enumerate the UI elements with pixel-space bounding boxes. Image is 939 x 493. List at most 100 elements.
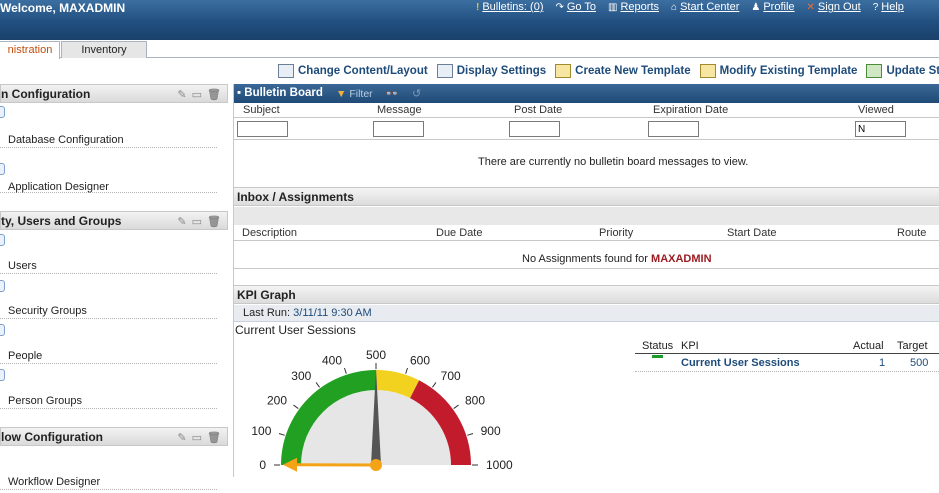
divider: [234, 268, 939, 269]
column-header: KPI: [681, 340, 699, 352]
column-header[interactable]: Start Date: [727, 227, 777, 239]
inbox-empty-message: No Assignments found for MAXADMIN: [522, 253, 712, 265]
expiration-date-filter-input[interactable]: [648, 121, 699, 137]
top-header-bar: Welcome, MAXADMIN ! Bulletins: (0) ↷ Go To…: [0, 0, 939, 40]
subject-filter-input[interactable]: [237, 121, 288, 137]
list-item[interactable]: Person Groups: [0, 369, 217, 409]
column-header[interactable]: Message: [377, 104, 422, 116]
refresh-icon[interactable]: ↺: [412, 87, 421, 100]
kpi-chart-title: Current User Sessions: [235, 323, 356, 337]
kpi-last-run: Last Run: 3/11/11 9:30 AM: [234, 305, 939, 322]
gauge-tick: [315, 382, 320, 388]
list-item[interactable]: Application Designer: [0, 163, 217, 193]
gauge-tick-label: 500: [366, 348, 386, 362]
trash-icon[interactable]: 🗑: [207, 431, 221, 444]
left-section-header: n Configuration ✎ ▭ 🗑: [0, 84, 228, 103]
gauge-tick-label: 700: [441, 369, 461, 383]
modify-template-icon: [699, 64, 716, 78]
column-header[interactable]: Post Date: [514, 104, 562, 116]
inbox-header: Inbox / Assignments: [234, 187, 939, 206]
minimize-icon[interactable]: ▭: [192, 215, 202, 228]
gauge-tick-label: 300: [291, 369, 311, 383]
column-header[interactable]: Viewed: [858, 104, 894, 116]
table-row: Current User Sessions 1 500: [635, 354, 939, 372]
kpi-gauge-chart: 0 100 200 300 400 500 600 700 800 900 1000: [251, 348, 513, 472]
modify-template-button[interactable]: Modify Existing Template: [699, 64, 857, 78]
module-tab-strip: nistration Inventory: [0, 40, 939, 59]
security-group-icon: [0, 280, 5, 292]
sign-out-x-icon: ✕: [806, 1, 815, 13]
edit-pencil-icon[interactable]: ✎: [177, 431, 186, 444]
goto-link[interactable]: ↷ Go To: [555, 1, 596, 13]
minimize-icon[interactable]: ▭: [192, 88, 202, 101]
left-section-header: low Configuration ✎ ▭ 🗑: [0, 427, 228, 446]
bulletin-column-headers: Subject Message Post Date Expiration Dat…: [234, 104, 939, 118]
display-settings-button[interactable]: Display Settings: [436, 64, 546, 78]
post-date-filter-input[interactable]: [509, 121, 560, 137]
kpi-actual-value: 1: [879, 357, 886, 369]
list-item[interactable]: Database Configuration: [0, 106, 217, 148]
kpi-target-value: 500: [910, 357, 929, 369]
home-icon: ⌂: [671, 1, 678, 13]
list-item[interactable]: Security Groups: [0, 280, 217, 319]
tab-administration[interactable]: nistration: [0, 41, 60, 59]
bulletin-board-title: ▪ Bulletin Board: [237, 87, 323, 99]
minimize-icon[interactable]: ▭: [192, 431, 202, 444]
trash-icon[interactable]: 🗑: [207, 215, 221, 228]
gauge-tick-label: 900: [481, 424, 501, 438]
user-icon: [0, 234, 5, 246]
change-layout-button[interactable]: Change Content/Layout: [278, 64, 428, 78]
start-center-link[interactable]: ⌂ Start Center: [671, 1, 739, 13]
gauge-tick-label: 100: [251, 424, 271, 438]
column-header[interactable]: Description: [242, 227, 297, 239]
person-groups-icon: [0, 369, 5, 381]
edit-pencil-icon[interactable]: ✎: [177, 215, 186, 228]
help-question-icon: ?: [872, 1, 879, 13]
divider: [234, 139, 939, 140]
gauge-tick: [453, 404, 459, 409]
viewed-filter-input[interactable]: [855, 121, 906, 137]
column-header: Actual: [853, 340, 884, 352]
sign-out-link[interactable]: ✕ Sign Out: [807, 1, 861, 13]
bulletin-alert-icon: !: [476, 1, 480, 13]
tab-inventory[interactable]: Inventory: [61, 41, 147, 58]
display-settings-icon: [436, 64, 453, 78]
people-icon: [0, 324, 5, 336]
kpi-name-link[interactable]: Current User Sessions: [681, 357, 800, 369]
bulletin-board-header: ▪ Bulletin Board ▼ Filter 👓 ↺: [234, 84, 939, 103]
gauge-tick: [344, 367, 347, 374]
list-item[interactable]: Workflow Designer: [0, 452, 217, 490]
list-item[interactable]: People: [0, 324, 217, 364]
status-indicator: [652, 355, 663, 358]
create-template-icon: [555, 64, 572, 78]
create-template-button[interactable]: Create New Template: [555, 64, 691, 78]
update-button[interactable]: Update St: [866, 64, 939, 78]
column-header[interactable]: Priority: [599, 227, 633, 239]
gauge-tick-label: 800: [465, 393, 485, 407]
profile-link[interactable]: ♟ Profile: [751, 1, 794, 13]
reports-link[interactable]: ▥ Reports: [608, 1, 659, 13]
help-link[interactable]: ? Help: [873, 1, 904, 13]
binoculars-icon[interactable]: 👓: [385, 87, 399, 100]
edit-pencil-icon[interactable]: ✎: [177, 88, 186, 101]
column-header[interactable]: Expiration Date: [653, 104, 728, 116]
message-filter-input[interactable]: [373, 121, 424, 137]
welcome-text: Welcome, MAXADMIN: [0, 1, 126, 15]
bulletins-link[interactable]: ! Bulletins: (0): [476, 1, 543, 13]
gauge-tick-label: 600: [410, 353, 430, 367]
gauge-tick: [467, 433, 474, 436]
column-header[interactable]: Route: [897, 227, 926, 239]
filter-toggle[interactable]: ▼ Filter: [336, 88, 373, 100]
goto-arrow-icon: ↷: [555, 1, 564, 13]
list-item[interactable]: Users: [0, 234, 217, 274]
gauge-tick: [432, 382, 437, 388]
filter-arrow-icon: ▼: [336, 88, 347, 100]
kpi-graph-header: KPI Graph: [234, 285, 939, 304]
column-header[interactable]: Subject: [243, 104, 280, 116]
gauge-tick-label: 0: [259, 458, 266, 472]
kpi-table-header: Status KPI Actual Target: [635, 339, 939, 354]
gauge-tick: [293, 404, 299, 409]
column-header[interactable]: Due Date: [436, 227, 482, 239]
trash-icon[interactable]: 🗑: [207, 88, 221, 101]
left-section-header: ty, Users and Groups ✎ ▭ 🗑: [0, 211, 228, 230]
